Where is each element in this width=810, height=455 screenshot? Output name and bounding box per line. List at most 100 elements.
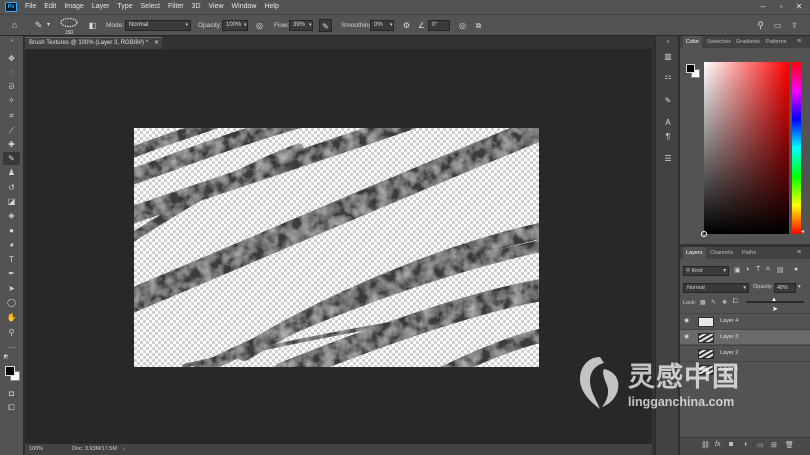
crop-tool-icon[interactable]: ⌗ xyxy=(3,109,20,122)
chevron-down-icon[interactable]: ▾ xyxy=(798,284,801,290)
visibility-eye-icon[interactable]: ◉ xyxy=(684,330,689,345)
layer-row-layer-4[interactable]: ◉ Layer 4 xyxy=(680,313,810,328)
image-canvas[interactable] xyxy=(134,128,539,367)
delete-layer-icon[interactable]: 🗑 xyxy=(785,441,794,449)
eyedropper-tool-icon[interactable]: ⟋ xyxy=(3,124,20,137)
paragraph-icon[interactable]: ¶ xyxy=(660,130,676,144)
zoom-level[interactable]: 100% xyxy=(29,444,43,455)
adjustment-layer-icon[interactable]: ◑ xyxy=(743,441,747,448)
paint-bucket-tool-icon[interactable]: ◈ xyxy=(3,209,20,222)
menu-edit[interactable]: Edit xyxy=(40,0,60,14)
blur-tool-icon[interactable]: ● xyxy=(3,224,20,237)
layer-filter-select[interactable]: ⚲ Kind ▾ xyxy=(683,266,729,276)
share-icon[interactable]: ⇪ xyxy=(788,19,801,32)
brush-tool-icon[interactable]: ✎ xyxy=(3,152,20,165)
tab-patterns[interactable]: Patterns xyxy=(766,36,786,48)
marquee-tool-icon[interactable]: ◌ xyxy=(3,66,20,79)
chevron-down-icon[interactable]: ▾ xyxy=(390,20,393,31)
filter-adjustment-icon[interactable]: ◑ xyxy=(745,266,749,273)
mode-select[interactable]: Normal ▾ xyxy=(125,20,191,31)
pressure-opacity-icon[interactable]: ◎ xyxy=(253,19,266,32)
zoom-tool-icon[interactable]: ⚲ xyxy=(3,326,20,339)
filter-toggle-icon[interactable]: ● xyxy=(794,266,798,273)
magic-wand-tool-icon[interactable]: ✧ xyxy=(3,94,20,107)
default-colors-icon[interactable]: ◩ xyxy=(2,354,10,360)
hue-slider-handle-icon[interactable]: ◂ xyxy=(801,228,804,235)
menu-layer[interactable]: Layer xyxy=(88,0,114,14)
properties-icon[interactable]: ☰ xyxy=(660,152,676,166)
menu-select[interactable]: Select xyxy=(137,0,164,14)
chevron-down-icon[interactable]: ▾ xyxy=(42,19,55,32)
histogram-icon[interactable]: ▥ xyxy=(660,50,676,64)
close-icon[interactable]: ✕ xyxy=(790,0,808,14)
menu-3d[interactable]: 3D xyxy=(188,0,205,14)
brush-settings-icon[interactable]: ◧ xyxy=(86,19,99,32)
brush-preset-picker[interactable]: 150 xyxy=(58,17,80,36)
clone-stamp-tool-icon[interactable]: ♟ xyxy=(3,166,20,179)
dodge-tool-icon[interactable]: ◕ xyxy=(3,238,20,251)
tab-swatches[interactable]: Swatches xyxy=(707,36,731,48)
lock-artboard-icon[interactable]: ⧠ xyxy=(733,299,738,306)
tab-color[interactable]: Color xyxy=(683,36,703,48)
foreground-color-swatch[interactable] xyxy=(5,366,15,376)
layer-style-icon[interactable]: fx xyxy=(715,441,720,448)
panel-menu-icon[interactable]: ≡ xyxy=(797,36,801,48)
home-icon[interactable]: ⌂ xyxy=(8,19,21,32)
blend-mode-select[interactable]: Normal ▾ xyxy=(683,283,749,293)
character-icon[interactable]: A xyxy=(660,116,676,130)
menu-window[interactable]: Window xyxy=(228,0,261,14)
type-tool-icon[interactable]: T xyxy=(3,253,20,266)
menu-image[interactable]: Image xyxy=(60,0,87,14)
hue-slider[interactable] xyxy=(792,62,801,234)
pen-tool-icon[interactable]: ✒ xyxy=(3,267,20,280)
panel-menu-icon[interactable]: ≡ xyxy=(797,247,801,259)
symmetry-icon[interactable]: ⧉ xyxy=(472,19,485,32)
airbrush-icon[interactable]: ✎ xyxy=(319,19,332,32)
opacity-slider[interactable]: ▲ xyxy=(746,297,804,303)
filter-smart-object-icon[interactable]: ▤ xyxy=(777,266,784,274)
foreground-color-chip[interactable] xyxy=(686,64,695,73)
lock-transparent-icon[interactable]: ▦ xyxy=(700,299,706,306)
link-layers-icon[interactable]: ⛓ xyxy=(701,441,710,449)
healing-brush-tool-icon[interactable]: ✚ xyxy=(3,138,20,151)
chevron-right-icon[interactable]: › xyxy=(123,444,125,455)
tab-channels[interactable]: Channels xyxy=(710,247,733,259)
path-selection-tool-icon[interactable]: ➤ xyxy=(3,282,20,295)
menu-view[interactable]: View xyxy=(205,0,228,14)
tab-paths[interactable]: Paths xyxy=(742,247,756,259)
opacity-slider-handle[interactable]: ▲ xyxy=(771,297,777,303)
eraser-tool-icon[interactable]: ◪ xyxy=(3,195,20,208)
lock-image-icon[interactable]: ✎ xyxy=(711,299,716,306)
filter-pixel-icon[interactable]: ▣ xyxy=(734,266,741,274)
menu-type[interactable]: Type xyxy=(113,0,136,14)
add-mask-icon[interactable]: ◙ xyxy=(729,441,733,448)
shape-tool-icon[interactable]: ◯ xyxy=(3,296,20,309)
gear-icon[interactable]: ⚙ xyxy=(400,19,413,32)
document-info[interactable]: Doc: 3.93M/17.5M xyxy=(72,444,117,455)
menu-help[interactable]: Help xyxy=(260,0,282,14)
saturation-brightness-field[interactable] xyxy=(701,62,789,237)
collapse-icon[interactable]: » xyxy=(3,38,20,44)
move-tool-icon[interactable]: ✥ xyxy=(3,52,20,65)
workspace-icon[interactable]: ▭ xyxy=(771,19,784,32)
tab-gradients[interactable]: Gradients xyxy=(736,36,760,48)
new-layer-icon[interactable]: ⊞ xyxy=(771,441,777,449)
brush-settings-icon[interactable]: ✎ xyxy=(660,94,676,108)
chevron-down-icon[interactable]: ▾ xyxy=(309,20,312,31)
screen-mode-icon[interactable]: ⧠ xyxy=(3,401,20,414)
minimize-icon[interactable]: – xyxy=(754,0,772,14)
tab-layers[interactable]: Layers xyxy=(683,247,706,259)
quick-mask-icon[interactable]: ◘ xyxy=(3,387,20,400)
layer-opacity-input[interactable]: 48% xyxy=(774,283,796,293)
filter-type-icon[interactable]: T xyxy=(756,266,760,273)
maximize-icon[interactable]: ▫ xyxy=(772,0,790,14)
lock-position-icon[interactable]: ✥ xyxy=(722,299,727,306)
menu-filter[interactable]: Filter xyxy=(164,0,188,14)
document-tab[interactable]: Brush Textures @ 100% (Layer 3, RGB/8#) … xyxy=(25,37,162,49)
filter-shape-icon[interactable]: ⌗ xyxy=(766,266,770,274)
lasso-tool-icon[interactable]: ᘐ xyxy=(3,80,20,93)
hand-tool-icon[interactable]: ✋ xyxy=(3,311,20,324)
collapse-icon[interactable]: « xyxy=(660,38,676,46)
more-tools-icon[interactable]: ··· xyxy=(3,341,20,354)
history-brush-tool-icon[interactable]: ↺ xyxy=(3,181,20,194)
